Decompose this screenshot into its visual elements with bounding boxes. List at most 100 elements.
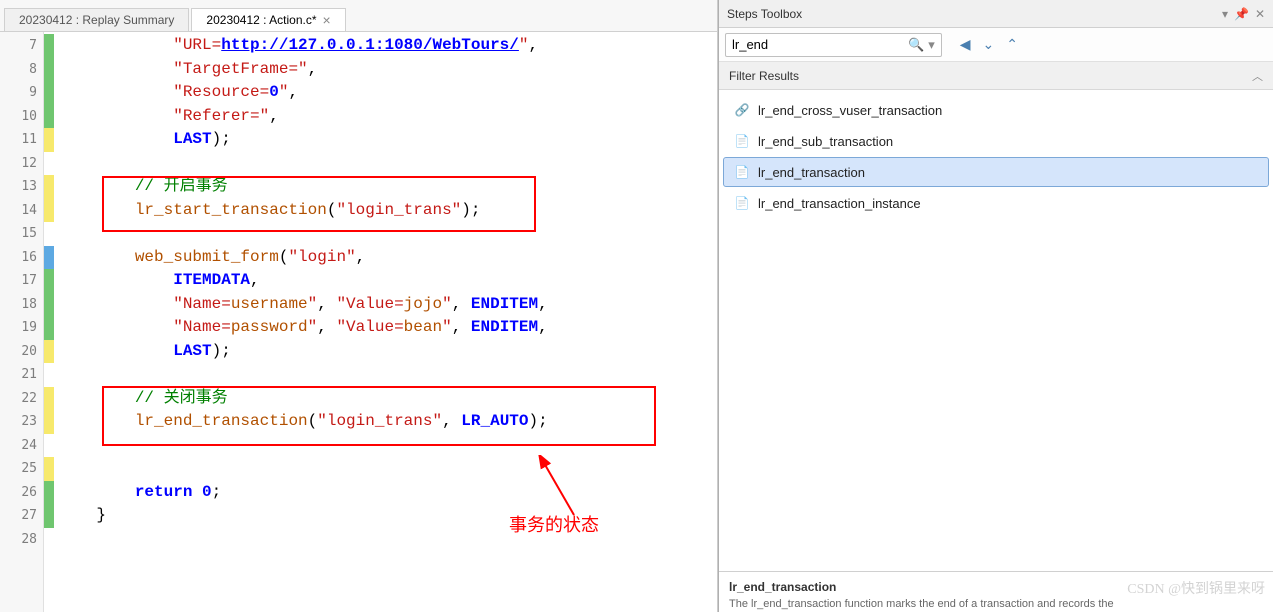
collapse-icon[interactable]: ︿ — [1252, 68, 1263, 84]
change-marker — [44, 246, 54, 270]
code-line[interactable]: "Name=username", "Value=jojo", ENDITEM, — [58, 293, 717, 317]
change-markers — [44, 32, 54, 612]
code-line[interactable]: web_submit_form("login", — [58, 246, 717, 270]
annotation-label: 事务的状态 — [509, 514, 599, 538]
code-line[interactable]: "Resource=0", — [58, 81, 717, 105]
code-line[interactable]: "Name=password", "Value=bean", ENDITEM, — [58, 316, 717, 340]
steps-toolbox-panel: Steps Toolbox ▾ 📌 ✕ 🔍 ▾ ◀ ⌄ ⌃ Filter Res… — [718, 0, 1273, 612]
dropdown-icon[interactable]: ▾ — [928, 37, 935, 53]
line-number: 26 — [0, 481, 37, 505]
link-icon: 🔗 — [734, 102, 750, 118]
code-line[interactable] — [58, 457, 717, 481]
function-icon: 📄 — [734, 133, 750, 149]
line-number: 23 — [0, 410, 37, 434]
code-line[interactable]: } — [58, 504, 717, 528]
code-line[interactable]: ITEMDATA, — [58, 269, 717, 293]
filter-results-label: Filter Results — [729, 69, 799, 83]
line-number: 17 — [0, 269, 37, 293]
tab[interactable]: 20230412 : Action.c* × — [191, 8, 345, 31]
nav-down-icon[interactable]: ⌄ — [983, 36, 995, 53]
tab[interactable]: 20230412 : Replay Summary — [4, 8, 189, 31]
line-number: 11 — [0, 128, 37, 152]
line-number: 9 — [0, 81, 37, 105]
change-marker — [44, 387, 54, 411]
change-marker — [44, 199, 54, 223]
line-number: 13 — [0, 175, 37, 199]
line-number: 20 — [0, 340, 37, 364]
result-item[interactable]: 📄 lr_end_sub_transaction — [723, 126, 1269, 156]
change-marker — [44, 175, 54, 199]
line-number: 21 — [0, 363, 37, 387]
search-icon[interactable]: 🔍 — [908, 37, 924, 53]
line-number: 22 — [0, 387, 37, 411]
line-number: 7 — [0, 34, 37, 58]
code-line[interactable] — [58, 363, 717, 387]
line-number: 28 — [0, 528, 37, 552]
change-marker — [44, 293, 54, 317]
line-number: 19 — [0, 316, 37, 340]
pin-icon[interactable]: 📌 — [1234, 7, 1249, 21]
line-number: 25 — [0, 457, 37, 481]
close-icon[interactable]: × — [323, 13, 331, 27]
change-marker — [44, 363, 54, 387]
nav-up-icon[interactable]: ⌃ — [1006, 36, 1018, 53]
code-line[interactable]: LAST); — [58, 340, 717, 364]
tabs-bar: 20230412 : Replay Summary20230412 : Acti… — [0, 0, 717, 32]
footer-function-name: lr_end_transaction — [729, 580, 1263, 594]
code-line[interactable]: return 0; — [58, 481, 717, 505]
result-label: lr_end_transaction — [758, 165, 865, 180]
line-number: 15 — [0, 222, 37, 246]
code-line[interactable]: lr_start_transaction("login_trans"); — [58, 199, 717, 223]
code-content[interactable]: 事务的状态 "URL=http://127.0.0.1:1080/WebTour… — [54, 32, 717, 612]
tab-label: 20230412 : Action.c* — [206, 13, 316, 27]
code-line[interactable]: lr_end_transaction("login_trans", LR_AUT… — [58, 410, 717, 434]
toolbox-title: Steps Toolbox — [727, 7, 802, 21]
change-marker — [44, 34, 54, 58]
nav-back-icon[interactable]: ◀ — [960, 36, 971, 53]
result-item[interactable]: 🔗 lr_end_cross_vuser_transaction — [723, 95, 1269, 125]
result-label: lr_end_cross_vuser_transaction — [758, 103, 942, 118]
change-marker — [44, 504, 54, 528]
change-marker — [44, 340, 54, 364]
code-line[interactable] — [58, 434, 717, 458]
search-input[interactable] — [732, 37, 908, 52]
change-marker — [44, 152, 54, 176]
change-marker — [44, 105, 54, 129]
code-line[interactable]: "Referer=", — [58, 105, 717, 129]
line-number: 14 — [0, 199, 37, 223]
line-number: 12 — [0, 152, 37, 176]
toolbox-title-bar: Steps Toolbox ▾ 📌 ✕ — [719, 0, 1273, 28]
change-marker — [44, 434, 54, 458]
change-marker — [44, 481, 54, 505]
result-label: lr_end_transaction_instance — [758, 196, 921, 211]
code-editor[interactable]: 7891011121314151617181920212223242526272… — [0, 32, 717, 612]
dropdown-icon[interactable]: ▾ — [1222, 7, 1228, 21]
code-line[interactable]: "TargetFrame=", — [58, 58, 717, 82]
result-item[interactable]: 📄 lr_end_transaction_instance — [723, 188, 1269, 218]
line-number: 18 — [0, 293, 37, 317]
filter-results-header[interactable]: Filter Results ︿ — [719, 62, 1273, 90]
result-item[interactable]: 📄 lr_end_transaction — [723, 157, 1269, 187]
line-gutter: 7891011121314151617181920212223242526272… — [0, 32, 44, 612]
search-box[interactable]: 🔍 ▾ — [725, 33, 942, 57]
code-line[interactable]: LAST); — [58, 128, 717, 152]
code-line[interactable] — [58, 222, 717, 246]
change-marker — [44, 81, 54, 105]
result-label: lr_end_sub_transaction — [758, 134, 893, 149]
code-line[interactable] — [58, 528, 717, 552]
change-marker — [44, 58, 54, 82]
code-line[interactable]: // 关闭事务 — [58, 387, 717, 411]
change-marker — [44, 128, 54, 152]
function-icon: 📄 — [734, 195, 750, 211]
editor-panel: 20230412 : Replay Summary20230412 : Acti… — [0, 0, 718, 612]
code-line[interactable]: "URL=http://127.0.0.1:1080/WebTours/", — [58, 34, 717, 58]
change-marker — [44, 269, 54, 293]
code-line[interactable] — [58, 152, 717, 176]
change-marker — [44, 528, 54, 552]
line-number: 10 — [0, 105, 37, 129]
change-marker — [44, 410, 54, 434]
close-icon[interactable]: ✕ — [1255, 7, 1265, 21]
code-line[interactable]: // 开启事务 — [58, 175, 717, 199]
function-icon: 📄 — [734, 164, 750, 180]
footer-function-desc: The lr_end_transaction function marks th… — [729, 598, 1263, 610]
